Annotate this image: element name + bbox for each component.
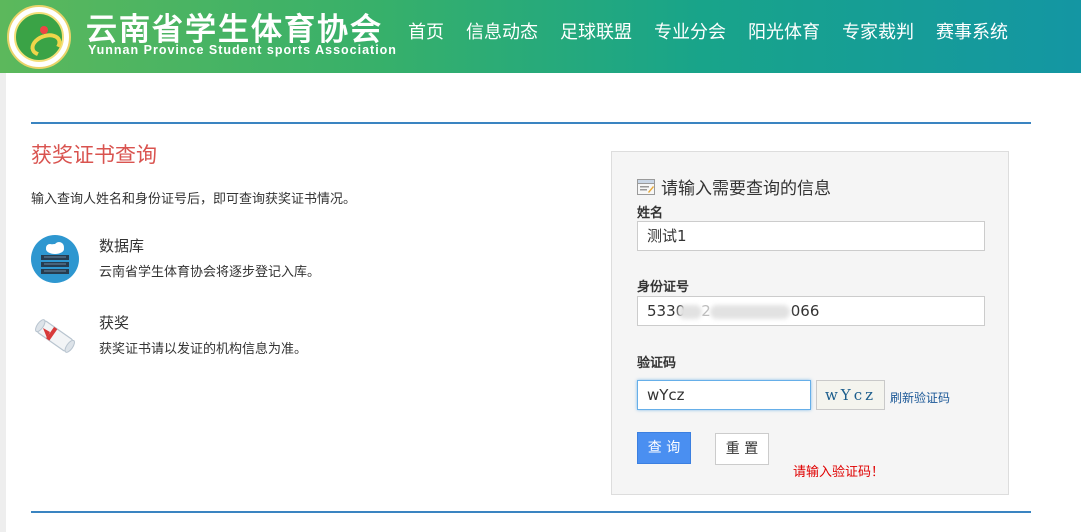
certificate-scroll-icon bbox=[35, 319, 75, 353]
nav-news[interactable]: 信息动态 bbox=[466, 18, 538, 44]
database-cloud-icon bbox=[31, 235, 79, 283]
logo-swirl bbox=[27, 29, 65, 61]
left-edge-strip bbox=[0, 73, 6, 532]
captcha-image[interactable]: wYcz bbox=[816, 380, 885, 410]
association-logo[interactable] bbox=[7, 5, 71, 69]
bottom-divider bbox=[31, 511, 1031, 513]
feature-desc: 获奖证书请以发证的机构信息为准。 bbox=[99, 342, 308, 357]
id-number-input[interactable]: 5330 2 066 bbox=[637, 296, 985, 326]
feature-title: 数据库 bbox=[99, 237, 145, 255]
feature-title: 获奖 bbox=[99, 314, 130, 332]
id-number-label: 身份证号 bbox=[637, 280, 690, 295]
site-subtitle: Yunnan Province Student sports Associati… bbox=[88, 43, 397, 57]
nav-event-system[interactable]: 赛事系统 bbox=[936, 18, 1008, 44]
nav-home[interactable]: 首页 bbox=[408, 18, 444, 44]
nav-referees[interactable]: 专家裁判 bbox=[842, 18, 914, 44]
nav-sunshine-sports[interactable]: 阳光体育 bbox=[748, 18, 820, 44]
reset-button[interactable]: 重 置 bbox=[715, 433, 769, 465]
site-header: 云南省学生体育协会 Yunnan Province Student sports… bbox=[0, 0, 1081, 73]
captcha-image-text: wYcz bbox=[824, 386, 877, 404]
name-input[interactable]: 测试1 bbox=[637, 221, 985, 251]
main-nav: 首页 信息动态 足球联盟 专业分会 阳光体育 专家裁判 赛事系统 bbox=[408, 18, 1030, 44]
id-redaction-blur bbox=[710, 305, 790, 319]
nav-branches[interactable]: 专业分会 bbox=[654, 18, 726, 44]
captcha-label: 验证码 bbox=[637, 356, 677, 371]
page-title: 获奖证书查询 bbox=[31, 143, 157, 167]
name-input-value: 测试1 bbox=[647, 227, 687, 245]
id-redaction-blur bbox=[678, 305, 702, 319]
form-heading-text: 请输入需要查询的信息 bbox=[661, 179, 831, 199]
form-heading: 请输入需要查询的信息 bbox=[637, 174, 831, 199]
logo-dot bbox=[40, 26, 48, 34]
name-label: 姓名 bbox=[637, 206, 664, 221]
refresh-captcha-link[interactable]: 刷新验证码 bbox=[890, 389, 950, 406]
query-form-panel: 请输入需要查询的信息 姓名 测试1 身份证号 5330 2 066 验证码 wYcz… bbox=[611, 151, 1009, 495]
top-divider bbox=[31, 122, 1031, 124]
id-number-suffix: 066 bbox=[790, 302, 820, 320]
captcha-input-value: wYcz bbox=[647, 386, 685, 404]
error-message: 请输入验证码！ bbox=[793, 465, 885, 480]
intro-text: 输入查询人姓名和身份证号后，即可查询获奖证书情况。 bbox=[31, 192, 357, 207]
feature-desc: 云南省学生体育协会将逐步登记入库。 bbox=[99, 265, 321, 280]
logo-emblem bbox=[14, 12, 65, 62]
query-button[interactable]: 查 询 bbox=[637, 432, 691, 464]
nav-football-league[interactable]: 足球联盟 bbox=[560, 18, 632, 44]
form-edit-icon bbox=[637, 179, 655, 195]
captcha-input[interactable]: wYcz bbox=[637, 380, 811, 410]
